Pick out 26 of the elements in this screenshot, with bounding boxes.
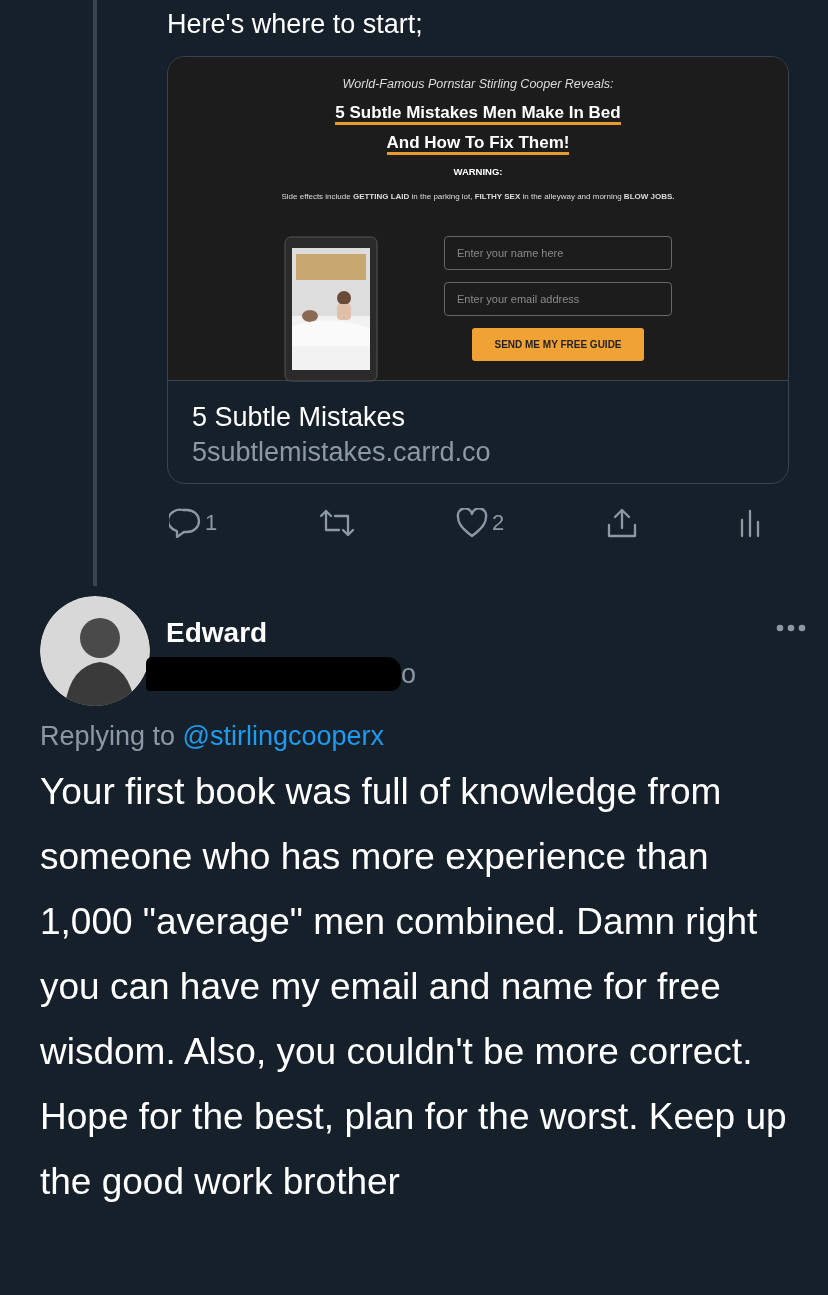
send-guide-button[interactable]: SEND ME MY FREE GUIDE [472, 328, 644, 361]
share-icon[interactable] [605, 506, 638, 539]
input-field[interactable]: Enter your email address [444, 282, 672, 316]
input-field[interactable]: Enter your name here [444, 236, 672, 270]
author-handle: o [401, 658, 417, 691]
like-count: 2 [492, 509, 505, 537]
retweet-icon[interactable] [318, 507, 355, 538]
mention-link[interactable]: @stirlingcooperx [182, 721, 385, 751]
reply-icon[interactable] [169, 507, 201, 538]
warning-text: Side effects include GETTING LAID in the parking lot, FILTHY SEX in the alleyway and morning BLOW JOBS. [281, 191, 675, 203]
reply-text: Your first book was full of knowledge from someone who has more experience than 1,000 "average" men combined. Damn right you can have my email and name for free wisdom. Also, you couldn't be more correct. Hope for the best, plan for the worst. Keep up the good work brother [40, 769, 788, 1204]
page-kicker: World-Famous Pornstar Stirling Cooper Reveals: [342, 76, 614, 93]
link-card[interactable] [167, 56, 789, 484]
avatar[interactable] [40, 596, 150, 706]
card-title: 5 Subtle Mistakes [191, 401, 407, 434]
tweet-text: Here's where to start; [167, 8, 424, 41]
author-name[interactable]: Edward [166, 612, 268, 654]
warning-title: WARNING: [453, 165, 503, 179]
reply-count: 1 [205, 509, 218, 537]
page-headline: 5 Subtle Mistakes Men Make In Bed [335, 103, 621, 125]
like-icon[interactable] [456, 507, 488, 538]
replying-label: Replying to [40, 721, 176, 751]
card-domain: 5subtlemistakes.carrd.co [191, 436, 492, 469]
analytics-icon[interactable] [739, 507, 761, 538]
more-icon[interactable] [776, 624, 806, 632]
page-headline: And How To Fix Them! [386, 133, 570, 155]
